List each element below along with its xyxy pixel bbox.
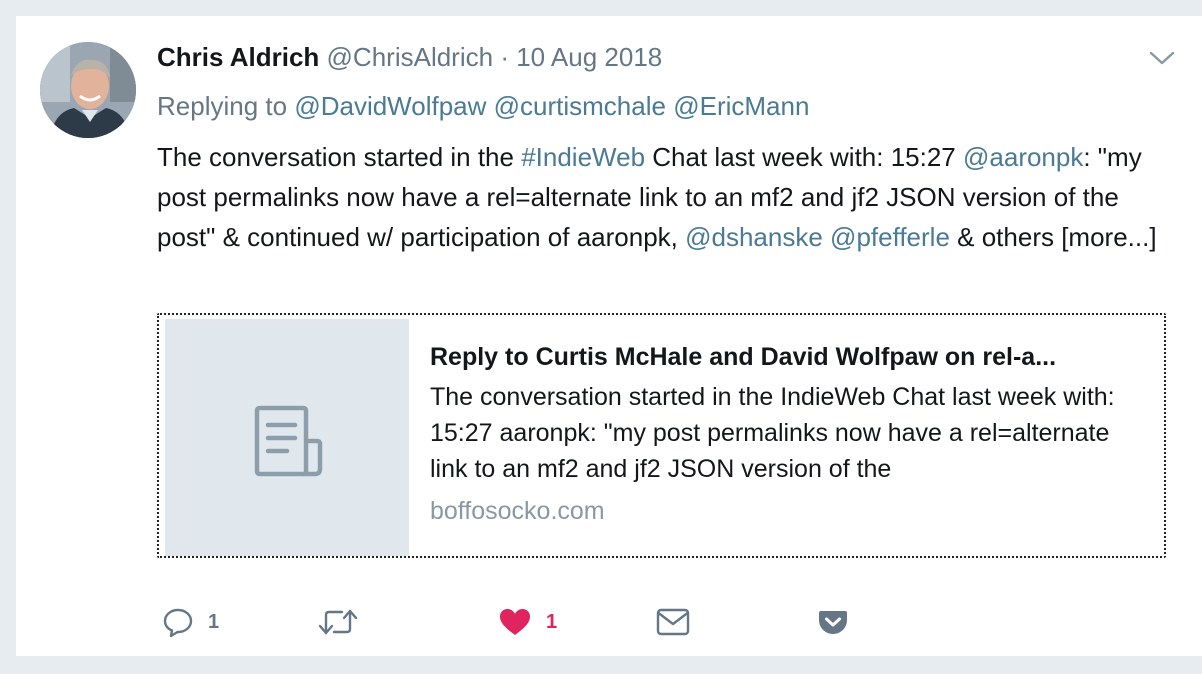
author-handle[interactable]: @ChrisAldrich <box>327 42 494 72</box>
retweet-icon <box>318 609 358 635</box>
card-title: Reply to Curtis McHale and David Wolfpaw… <box>430 343 1057 371</box>
like-button[interactable]: 1 <box>498 604 557 640</box>
mention-link[interactable]: @aaronpk <box>963 142 1083 172</box>
card-domain: boffosocko.com <box>430 497 605 525</box>
pocket-icon <box>819 611 847 634</box>
card-thumbnail <box>165 319 409 556</box>
reply-count: 1 <box>208 610 220 633</box>
tweet-text: The conversation started in the #IndieWe… <box>157 137 1177 257</box>
reply-mention[interactable]: @curtismchale <box>494 91 666 121</box>
direct-message-button[interactable] <box>656 604 690 640</box>
date-separator: · <box>500 42 509 72</box>
document-icon <box>254 405 323 477</box>
replying-to: Replying to @DavidWolfpaw @curtismchale … <box>157 90 809 122</box>
text-segment: Chat last week with: 15:27 <box>645 142 963 172</box>
direct-message-icon <box>656 608 690 636</box>
text-segment: The conversation started in the <box>157 142 522 172</box>
link-card[interactable]: Reply to Curtis McHale and David Wolfpaw… <box>157 313 1166 558</box>
reply-button[interactable]: 1 <box>162 604 219 640</box>
tweet[interactable]: Chris Aldrich @ChrisAldrich · 10 Aug 201… <box>15 16 1202 656</box>
chevron-down-icon <box>1149 51 1175 65</box>
retweet-button[interactable] <box>318 604 372 640</box>
tweet-header: Chris Aldrich @ChrisAldrich · 10 Aug 201… <box>157 41 662 73</box>
pocket-button[interactable] <box>818 604 848 640</box>
author-fullname[interactable]: Chris Aldrich <box>157 42 319 72</box>
hashtag-link[interactable]: #IndieWeb <box>521 142 645 172</box>
reply-icon <box>163 608 193 638</box>
mention-link[interactable]: @dshanske <box>685 222 823 252</box>
like-count: 1 <box>546 610 558 633</box>
reply-mention[interactable]: @EricMann <box>673 91 809 121</box>
more-link[interactable]: [more...] <box>1061 222 1156 252</box>
card-body: Reply to Curtis McHale and David Wolfpaw… <box>430 341 1150 527</box>
divider <box>15 656 1202 658</box>
tweet-actions: 1 1 <box>162 604 862 640</box>
tweet-date[interactable]: 10 Aug 2018 <box>516 42 662 72</box>
text-segment: & others <box>949 222 1062 252</box>
replying-to-label: Replying to <box>157 91 288 121</box>
more-options-button[interactable] <box>1149 48 1175 68</box>
avatar[interactable] <box>40 42 136 138</box>
card-description: The conversation started in the IndieWeb… <box>430 383 1115 483</box>
heart-icon <box>500 609 530 635</box>
reply-mention[interactable]: @DavidWolfpaw <box>294 91 486 121</box>
mention-link[interactable]: @pfefferle <box>830 222 950 252</box>
